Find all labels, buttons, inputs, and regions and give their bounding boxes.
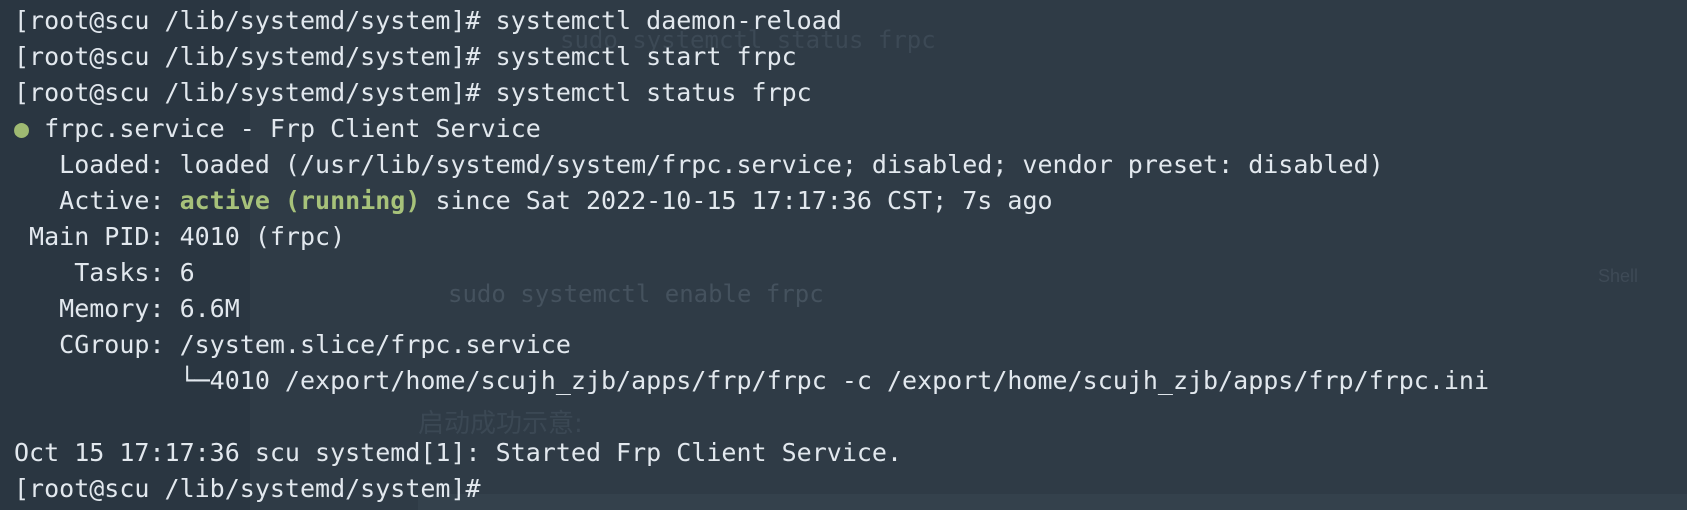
command-line: [root@scu /lib/systemd/system]# systemct…: [14, 6, 842, 35]
status-dot-icon: ●: [14, 114, 30, 143]
status-loaded: Loaded: loaded (/usr/lib/systemd/system/…: [14, 150, 1384, 179]
log-line: Oct 15 17:17:36 scu systemd[1]: Started …: [14, 438, 903, 467]
terminal-output: [root@scu /lib/systemd/system]# systemct…: [14, 3, 1687, 507]
active-since: since Sat 2022-10-15 17:17:36 CST; 7s ag…: [420, 186, 1053, 215]
status-unit-line: ● frpc.service - Frp Client Service: [14, 111, 1687, 147]
status-cgroup: CGroup: /system.slice/frpc.service: [14, 330, 571, 359]
terminal-window[interactable]: sudo systemctl status frpc sudo systemct…: [0, 0, 1687, 510]
status-active: Active: active (running) since Sat 2022-…: [14, 183, 1687, 219]
active-label: Active:: [14, 186, 180, 215]
status-tasks: Tasks: 6: [14, 258, 195, 287]
command-line: [root@scu /lib/systemd/system]# systemct…: [14, 78, 812, 107]
command-line: [root@scu /lib/systemd/system]# systemct…: [14, 42, 797, 71]
status-memory: Memory: 6.6M: [14, 294, 240, 323]
status-cgroup-child: └─4010 /export/home/scujh_zjb/apps/frp/f…: [14, 366, 1490, 395]
status-main-pid: Main PID: 4010 (frpc): [14, 222, 346, 251]
shell-prompt[interactable]: [root@scu /lib/systemd/system]#: [14, 471, 1687, 507]
unit-description: frpc.service - Frp Client Service: [29, 114, 541, 143]
active-state: active (running): [179, 186, 421, 215]
